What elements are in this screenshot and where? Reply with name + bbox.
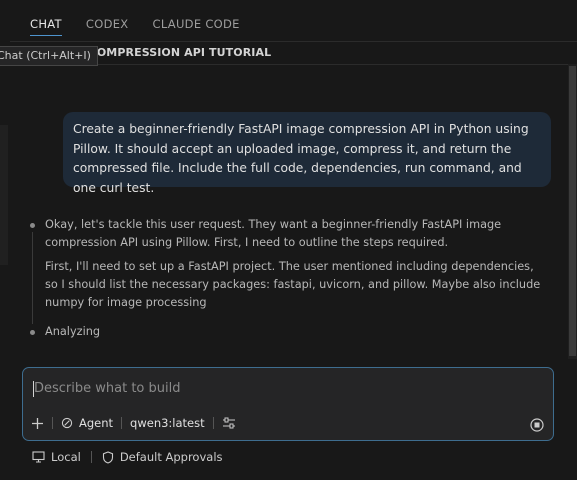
divider	[212, 417, 214, 429]
local-button[interactable]: Local	[32, 450, 81, 464]
scrollbar-thumb[interactable]	[569, 66, 576, 356]
input-toolbar: Agent qwen3:latest	[31, 413, 545, 433]
local-label: Local	[51, 450, 81, 464]
agent-label: Agent	[79, 416, 114, 430]
divider	[90, 451, 92, 463]
user-message: Create a beginner-friendly FastAPI image…	[63, 112, 551, 195]
tab-codex[interactable]: CODEX	[86, 0, 129, 42]
step-dot-icon	[30, 223, 35, 228]
tab-claude-code[interactable]: CLAUDE CODE	[152, 0, 239, 42]
approvals-label: Default Approvals	[119, 450, 223, 464]
step-dot-icon	[30, 330, 35, 335]
session-title: GE COMPRESSION API TUTORIAL	[68, 46, 272, 59]
footer-bar: Local Default Approvals	[32, 450, 223, 464]
left-edge	[0, 0, 10, 480]
thinking-paragraph: First, I'll need to set up a FastAPI pro…	[45, 260, 541, 309]
chat-panel: CHAT CODEX CLAUDE CODE GE COMPRESSION AP…	[10, 0, 577, 480]
approvals-button[interactable]: Default Approvals	[102, 450, 223, 464]
chat-input[interactable]: Describe what to build	[34, 381, 181, 396]
thinking-status: Analyzing	[28, 323, 100, 341]
divider	[10, 41, 577, 42]
stop-icon[interactable]	[530, 418, 544, 432]
monitor-icon	[32, 451, 45, 463]
settings-sliders-icon[interactable]	[222, 417, 236, 429]
tooltip: Chat (Ctrl+Alt+I)	[0, 46, 98, 66]
add-icon[interactable]	[31, 417, 44, 430]
chat-input-box[interactable]: Describe what to build Agent qwen3:lates…	[22, 367, 554, 441]
edge-highlight	[0, 125, 8, 265]
shield-icon	[102, 450, 113, 464]
thinking-step: Okay, let's tackle this user request. Th…	[28, 216, 548, 312]
divider	[52, 417, 53, 429]
agent-mode-button[interactable]: Agent	[61, 416, 113, 430]
thinking-block: Okay, let's tackle this user request. Th…	[28, 216, 548, 318]
status-text: Analyzing	[45, 325, 101, 338]
agent-icon	[61, 417, 73, 429]
divider	[121, 417, 123, 429]
model-picker[interactable]: qwen3:latest	[130, 416, 205, 430]
thinking-paragraph: Okay, let's tackle this user request. Th…	[45, 218, 502, 249]
tab-chat[interactable]: CHAT	[30, 0, 62, 42]
tab-bar: CHAT CODEX CLAUDE CODE	[30, 0, 240, 42]
